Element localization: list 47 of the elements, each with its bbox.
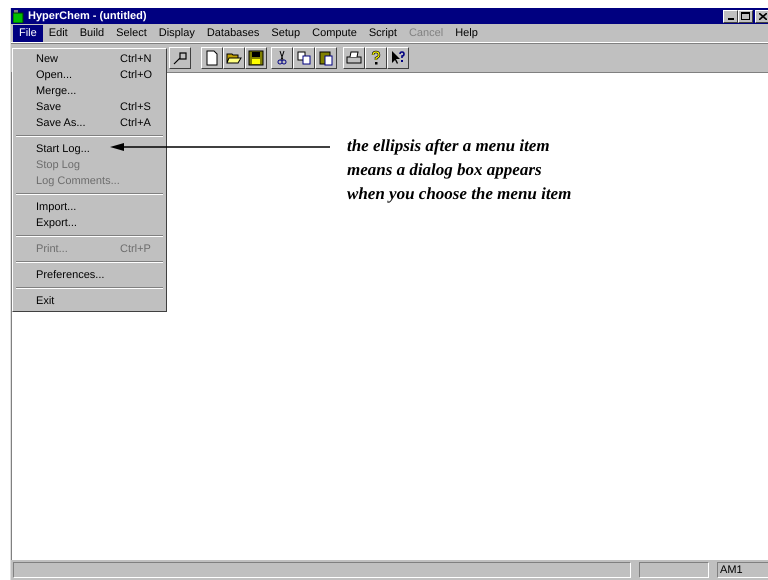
clipboard-icon — [318, 50, 334, 66]
toolbar-button[interactable] — [387, 47, 409, 69]
menu-option[interactable]: New Ctrl+N — [36, 51, 152, 67]
menu-option[interactable]: Merge... — [36, 83, 76, 99]
window-title: HyperChem - (untitled) — [28, 8, 147, 24]
close-icon — [758, 12, 766, 20]
copy-icon — [296, 50, 312, 66]
menu-option[interactable]: Save As... Ctrl+A — [36, 115, 151, 131]
menu-option[interactable]: Export... — [36, 215, 77, 231]
new-file-icon — [204, 50, 220, 66]
minimize-button[interactable] — [723, 10, 738, 22]
menu-option[interactable]: Save Ctrl+S — [36, 99, 151, 115]
menu-item[interactable]: Setup — [265, 24, 306, 42]
minimize-icon — [728, 18, 734, 20]
toolbar-button[interactable] — [271, 47, 293, 69]
menu-item[interactable]: Build — [74, 24, 110, 42]
menu-item[interactable]: Script — [362, 24, 403, 42]
app-icon — [13, 10, 25, 22]
toolbar-button[interactable] — [343, 47, 365, 69]
status-text: AM1 — [717, 562, 768, 578]
toolbar-button[interactable] — [223, 47, 245, 69]
toolbar-button[interactable] — [201, 47, 223, 69]
menu-option[interactable]: Preferences... — [36, 267, 104, 283]
printer-icon — [346, 50, 362, 66]
menu-item[interactable]: Help — [449, 24, 484, 42]
toolbar-button[interactable] — [365, 47, 387, 69]
toolbar-button[interactable] — [315, 47, 337, 69]
menu-option[interactable]: Exit — [36, 293, 54, 309]
menu-option[interactable]: Import... — [36, 199, 76, 215]
menu-option[interactable]: Open... Ctrl+O — [36, 67, 152, 83]
maximize-icon — [741, 12, 750, 20]
close-button[interactable] — [755, 10, 768, 22]
toolbar-button[interactable] — [293, 47, 315, 69]
menu-item[interactable]: Display — [152, 24, 201, 42]
menu-item[interactable]: Select — [110, 24, 153, 42]
pointer-help-icon — [390, 50, 406, 66]
line-tool-icon — [172, 50, 188, 66]
toolbar-button[interactable] — [169, 47, 191, 69]
menu-item[interactable]: Compute — [306, 24, 363, 42]
toolbar-button[interactable] — [245, 47, 267, 69]
status-panel — [639, 562, 709, 578]
annotation-text: the ellipsis after a menu item means a dialog box appears when you choose the menu item — [347, 135, 572, 205]
menu-item[interactable]: File — [13, 24, 43, 42]
menu-option[interactable]: Start Log... — [36, 141, 90, 157]
menu-item[interactable]: Databases — [200, 24, 266, 42]
menu-item[interactable]: Edit — [42, 24, 74, 42]
maximize-button[interactable] — [738, 10, 753, 22]
